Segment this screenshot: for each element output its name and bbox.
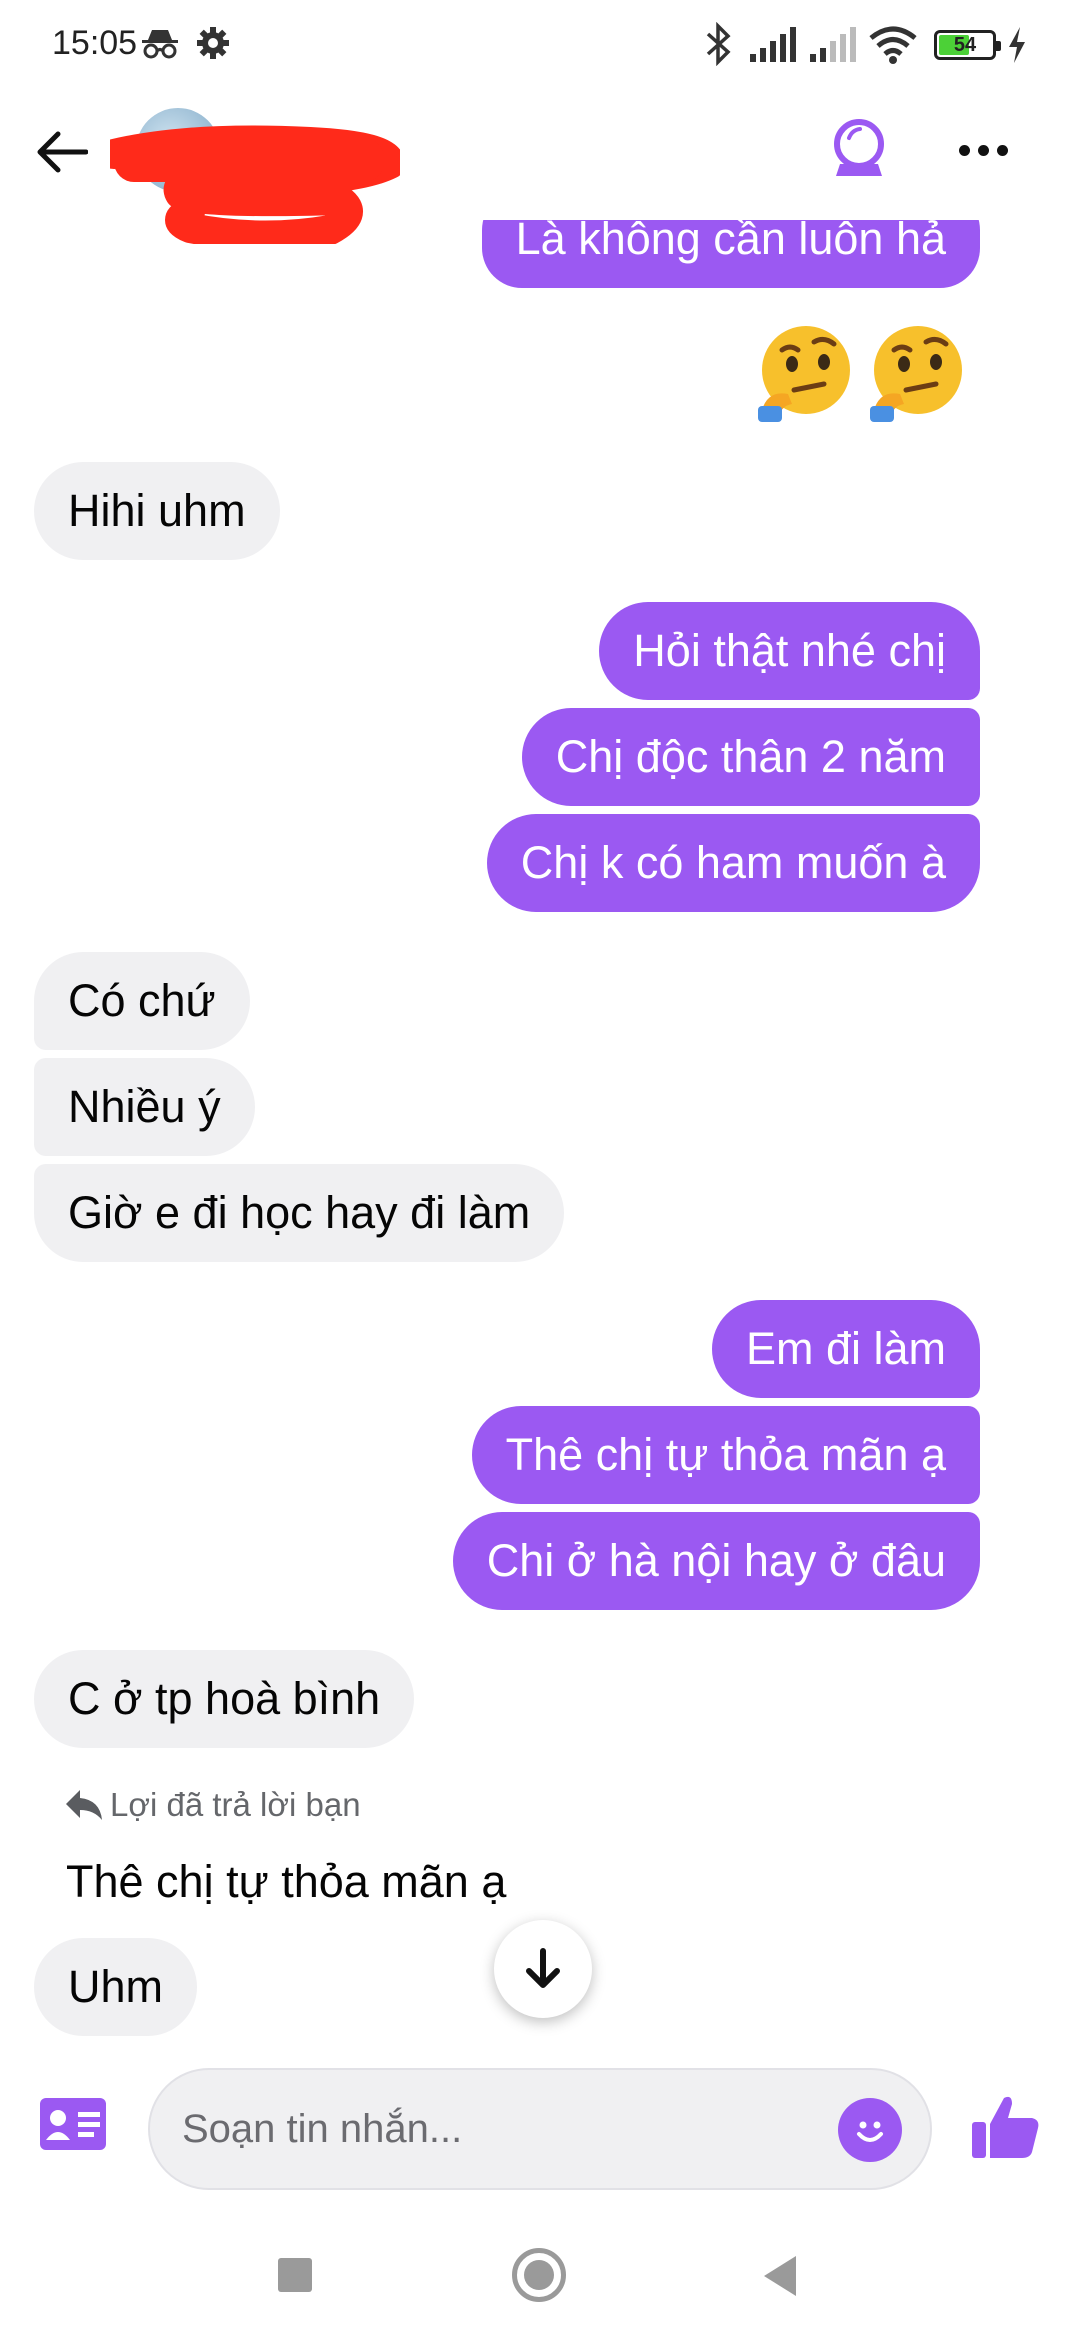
back-arrow-icon	[37, 131, 88, 173]
thinking-face-emoji	[870, 326, 962, 422]
like-button[interactable]	[970, 2090, 1042, 2162]
message-bubble-incoming[interactable]: Nhiều ý	[34, 1058, 255, 1156]
wifi-icon	[869, 26, 917, 64]
gear-icon	[197, 27, 229, 59]
signal-icon	[750, 27, 796, 62]
message-list[interactable]: Là không cần luôn hả Hihi uhm Hỏi thật n…	[0, 220, 1080, 2060]
more-icon	[958, 144, 970, 156]
charging-icon	[1009, 27, 1025, 63]
message-bubble-incoming[interactable]: Hihi uhm	[34, 462, 280, 560]
message-bubble-incoming[interactable]: C ở tp hoà bình	[34, 1650, 415, 1748]
battery-tip	[996, 41, 1001, 51]
composer-bar	[0, 2060, 1080, 2200]
system-nav-bar	[0, 2200, 1080, 2340]
message-bubble-outgoing[interactable]: Là không cần luôn hả	[481, 220, 980, 288]
home-button[interactable]	[512, 2248, 566, 2302]
reply-label: Lợi đã trả lời bạn	[110, 1786, 361, 1823]
smiley-icon	[857, 2121, 883, 2142]
bluetooth-icon	[706, 22, 731, 66]
chat-header	[0, 90, 1080, 244]
recents-button[interactable]	[278, 2258, 312, 2292]
message-bubble-outgoing[interactable]: Chi ở hà nội hay ở đâu	[452, 1512, 980, 1610]
message-input[interactable]	[182, 2070, 822, 2188]
quoted-message[interactable]: Thê chị tự thỏa mãn ạ	[66, 1856, 506, 1908]
thinking-face-emoji	[758, 326, 850, 422]
status-bar: 15:05 54	[0, 0, 1080, 90]
status-time: 15:05	[52, 24, 138, 62]
message-input-container[interactable]	[148, 2068, 932, 2190]
emoji-button[interactable]	[838, 2098, 902, 2162]
scroll-to-bottom-button[interactable]	[494, 1920, 592, 2018]
message-bubble-outgoing[interactable]: Em đi làm	[711, 1300, 980, 1398]
signal-icon-2	[810, 27, 856, 62]
message-bubble-incoming[interactable]: Có chứ	[34, 952, 250, 1050]
battery-level: 54	[953, 34, 977, 56]
message-bubble-outgoing[interactable]: Hỏi thật nhé chị	[599, 602, 980, 700]
redaction-scribble	[110, 125, 400, 244]
incognito-icon	[142, 30, 178, 59]
emoji-message[interactable]	[754, 320, 980, 430]
more-options-button[interactable]	[950, 120, 1016, 180]
contact-card-button[interactable]	[38, 2096, 108, 2152]
video-call-button[interactable]	[826, 116, 892, 182]
message-bubble-incoming[interactable]: Uhm	[34, 1938, 198, 2036]
reply-arrow-icon	[66, 1790, 102, 1820]
arrow-down-icon	[526, 1948, 560, 1988]
message-bubble-outgoing[interactable]: Chị độc thân 2 năm	[521, 708, 980, 806]
reply-indicator: Lợi đã trả lời bạn	[64, 1786, 361, 1824]
message-bubble-outgoing[interactable]: Thê chị tự thỏa mãn ạ	[471, 1406, 980, 1504]
back-button[interactable]	[30, 120, 94, 184]
message-bubble-outgoing[interactable]: Chị k có ham muốn à	[486, 814, 980, 912]
battery-indicator: 54	[934, 30, 1001, 60]
system-back-button[interactable]	[760, 2254, 800, 2298]
message-bubble-incoming[interactable]: Giờ e đi học hay đi làm	[34, 1164, 565, 1262]
